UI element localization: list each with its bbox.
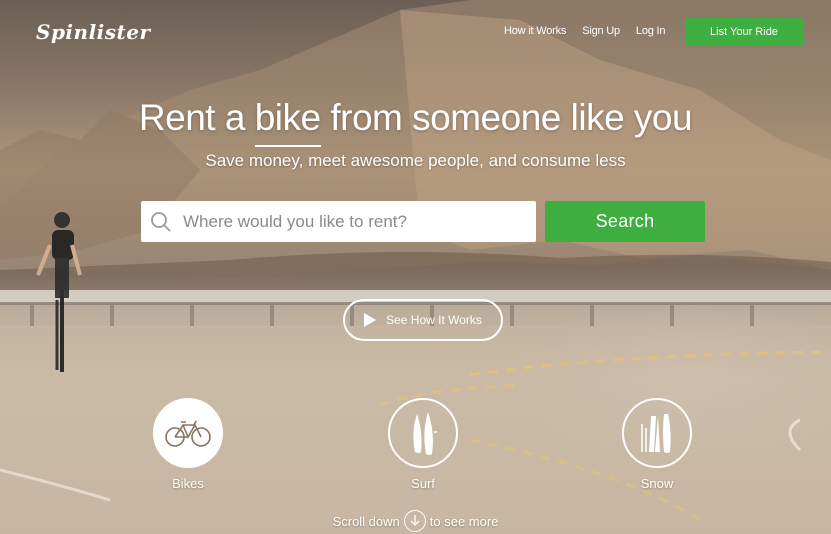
nav-how-it-works[interactable]: How it Works xyxy=(504,25,566,37)
scroll-hint[interactable]: Scroll down to see more xyxy=(0,510,831,532)
list-your-ride-button[interactable]: List Your Ride xyxy=(685,18,803,46)
nav-log-in[interactable]: Log In xyxy=(636,25,666,37)
category-snow-label: Snow xyxy=(640,476,674,491)
category-bikes-circle[interactable] xyxy=(153,398,223,468)
location-search-input[interactable] xyxy=(181,210,525,233)
search-button[interactable]: Search xyxy=(545,201,705,242)
category-snow[interactable]: Snow xyxy=(620,398,694,491)
search-icon xyxy=(141,211,181,233)
play-icon xyxy=(364,313,377,327)
headline-highlight-word: bike xyxy=(254,97,321,147)
headline-text-before: Rent a xyxy=(138,97,255,138)
hero-subheadline: Save money, meet awesome people, and con… xyxy=(205,151,626,170)
category-bikes-label: Bikes xyxy=(172,476,204,491)
category-surf-circle[interactable] xyxy=(388,398,458,468)
brand-logo[interactable]: Spinlister xyxy=(36,20,151,44)
hero-headline: Rent a bike from someone like you xyxy=(0,97,831,147)
search-bar xyxy=(141,201,536,242)
scroll-text-before: Scroll down xyxy=(332,513,400,529)
category-snow-circle[interactable] xyxy=(622,398,692,468)
category-bikes[interactable]: Bikes xyxy=(151,398,225,491)
hero-section: Spinlister How it Works Sign Up Log In L… xyxy=(0,0,831,534)
surfboard-icon xyxy=(413,412,437,455)
ski-icon xyxy=(641,414,671,453)
nav-sign-up[interactable]: Sign Up xyxy=(582,25,620,37)
see-how-it-works-button[interactable]: See How It Works xyxy=(343,299,503,341)
headline-text-after: from someone like you xyxy=(320,97,693,138)
scroll-text-after: to see more xyxy=(429,513,499,529)
category-surf-label: Surf xyxy=(411,476,435,491)
category-surf[interactable]: Surf xyxy=(386,398,460,491)
bike-icon xyxy=(165,420,211,447)
see-how-it-works-label: See How It Works xyxy=(386,313,482,327)
top-nav: How it Works Sign Up Log In xyxy=(504,25,681,37)
arrow-down-icon[interactable] xyxy=(403,510,426,532)
